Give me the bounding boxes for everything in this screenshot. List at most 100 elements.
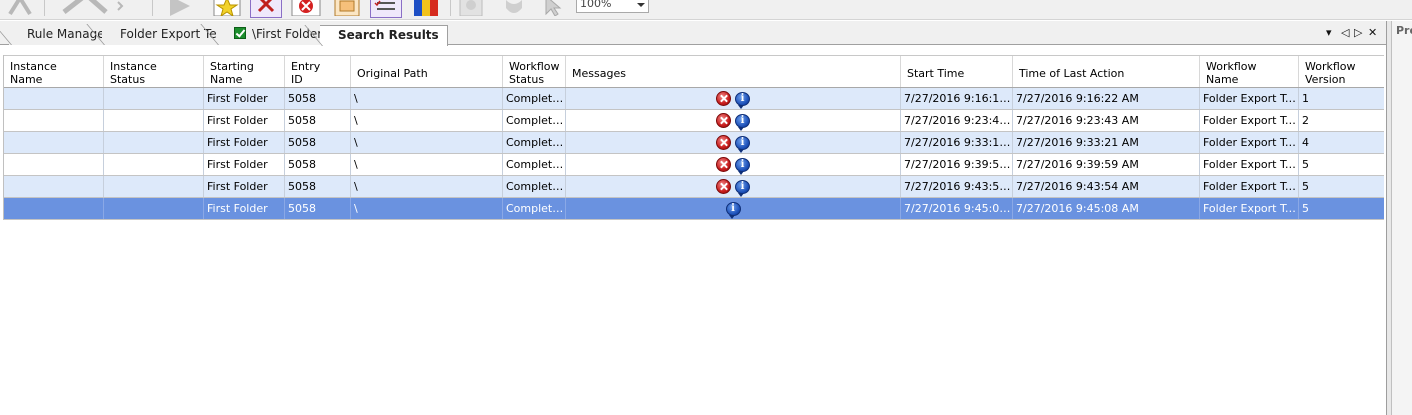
cell-time-of-last-action: 7/27/2016 9:33:21 AM bbox=[1013, 132, 1200, 153]
delete-rule-icon[interactable] bbox=[250, 0, 282, 18]
tab-scroll-right[interactable]: ▷ bbox=[1354, 26, 1362, 39]
column-header-messages[interactable]: Messages bbox=[566, 56, 901, 87]
cancel-icon[interactable] bbox=[290, 0, 322, 16]
settings-icon[interactable] bbox=[456, 0, 486, 16]
table-row[interactable]: First Folder 5058 \ Completed i 7/27/201… bbox=[4, 110, 1384, 132]
column-header-time-of-last-action[interactable]: Time of Last Action bbox=[1013, 56, 1200, 87]
table-row[interactable]: First Folder 5058 \ Completed i 7/27/201… bbox=[4, 132, 1384, 154]
column-header-workflow-status[interactable]: Workflow Status bbox=[503, 56, 566, 87]
error-icon[interactable] bbox=[716, 179, 731, 194]
column-header-instance-name[interactable]: Instance Name bbox=[4, 56, 104, 87]
cell-entry-id: 5058 bbox=[285, 154, 351, 175]
column-header-workflow-version[interactable]: Workflow Version bbox=[1299, 56, 1384, 87]
cell-starting-name: First Folder bbox=[204, 154, 285, 175]
search-results-table: Instance Name Instance Status Starting N… bbox=[3, 55, 1384, 220]
cell-instance-name bbox=[4, 110, 104, 131]
properties-panel[interactable]: Pro bbox=[1386, 21, 1412, 415]
cell-instance-name bbox=[4, 88, 104, 109]
table-row[interactable]: First Folder 5058 \ Completed i 7/27/201… bbox=[4, 176, 1384, 198]
toolbar: 100% bbox=[0, 0, 1412, 20]
cell-workflow-status: Completed bbox=[503, 110, 566, 131]
info-icon[interactable]: i bbox=[735, 91, 750, 109]
cell-entry-id: 5058 bbox=[285, 176, 351, 197]
table-row[interactable]: First Folder 5058 \ Completed i 7/27/201… bbox=[4, 88, 1384, 110]
cell-messages: i bbox=[566, 154, 901, 175]
error-icon[interactable] bbox=[716, 113, 731, 128]
toolbar-separator bbox=[450, 0, 451, 16]
cell-messages: i bbox=[566, 198, 901, 219]
error-icon[interactable] bbox=[716, 91, 731, 106]
info-icon[interactable]: i bbox=[735, 179, 750, 197]
cell-original-path: \ bbox=[351, 132, 503, 153]
zoom-select[interactable]: 100% bbox=[576, 0, 649, 13]
pointer-icon[interactable] bbox=[540, 0, 564, 16]
column-header-instance-status[interactable]: Instance Status bbox=[104, 56, 204, 87]
cell-start-time: 7/27/2016 9:16:18... bbox=[901, 88, 1013, 109]
cell-workflow-name: Folder Export Test bbox=[1200, 198, 1299, 219]
cell-instance-status bbox=[104, 110, 204, 131]
redo-icon[interactable] bbox=[60, 0, 126, 16]
cell-instance-status bbox=[104, 176, 204, 197]
cell-starting-name: First Folder bbox=[204, 132, 285, 153]
column-header-starting-name[interactable]: Starting Name bbox=[204, 56, 285, 87]
cell-start-time: 7/27/2016 9:45:07... bbox=[901, 198, 1013, 219]
cell-workflow-name: Folder Export Test bbox=[1200, 110, 1299, 131]
cell-workflow-name: Folder Export Test bbox=[1200, 88, 1299, 109]
cell-original-path: \ bbox=[351, 154, 503, 175]
export-icon[interactable] bbox=[332, 0, 362, 16]
cell-instance-name bbox=[4, 132, 104, 153]
column-header-workflow-name[interactable]: Workflow Name bbox=[1200, 56, 1299, 87]
cell-entry-id: 5058 bbox=[285, 132, 351, 153]
column-header-entry-id[interactable]: Entry ID bbox=[285, 56, 351, 87]
cell-workflow-version: 1 bbox=[1302, 92, 1309, 105]
run-icon[interactable] bbox=[166, 0, 194, 16]
info-icon[interactable]: i bbox=[735, 113, 750, 131]
cell-messages: i bbox=[566, 110, 901, 131]
properties-tab[interactable]: Pro bbox=[1391, 21, 1412, 415]
cell-original-path: \ bbox=[351, 198, 503, 219]
info-icon[interactable]: i bbox=[725, 201, 741, 219]
cell-starting-name: First Folder bbox=[204, 176, 285, 197]
properties-label: Pro bbox=[1396, 24, 1412, 37]
cell-messages: i bbox=[566, 88, 901, 109]
tab-list-dropdown[interactable]: ▾ bbox=[1326, 26, 1332, 39]
checkbox-icon bbox=[234, 27, 246, 39]
cell-workflow-name: Folder Export Test bbox=[1200, 132, 1299, 153]
cell-workflow-version: 5 bbox=[1302, 180, 1309, 193]
cell-time-of-last-action: 7/27/2016 9:16:22 AM bbox=[1013, 88, 1200, 109]
column-header-start-time[interactable]: Start Time bbox=[901, 56, 1013, 87]
cell-workflow-name: Folder Export Test bbox=[1200, 176, 1299, 197]
cell-messages: i bbox=[566, 176, 901, 197]
cell-starting-name: First Folder bbox=[204, 88, 285, 109]
table-row-selected[interactable]: First Folder 5058 \ Completed i 7/27/201… bbox=[4, 198, 1384, 220]
error-icon[interactable] bbox=[716, 157, 731, 172]
toolbar-separator bbox=[152, 0, 153, 16]
cell-start-time: 7/27/2016 9:23:41... bbox=[901, 110, 1013, 131]
tab-scroll-left[interactable]: ◁ bbox=[1341, 26, 1349, 39]
cell-instance-status bbox=[104, 132, 204, 153]
close-icon[interactable]: ✕ bbox=[1368, 26, 1377, 39]
info-icon[interactable]: i bbox=[735, 157, 750, 175]
cell-workflow-status: Completed bbox=[503, 176, 566, 197]
tab-search-results[interactable]: Search Results bbox=[320, 25, 448, 46]
column-header-original-path[interactable]: Original Path bbox=[351, 56, 503, 87]
cell-starting-name: First Folder bbox=[204, 198, 285, 219]
cell-workflow-version: 4 bbox=[1302, 136, 1309, 149]
new-rule-icon[interactable] bbox=[212, 0, 242, 16]
list-icon[interactable] bbox=[370, 0, 402, 18]
hand-icon[interactable] bbox=[500, 0, 528, 16]
cell-original-path: \ bbox=[351, 176, 503, 197]
table-row[interactable]: First Folder 5058 \ Completed i 7/27/201… bbox=[4, 154, 1384, 176]
cell-instance-name bbox=[4, 154, 104, 175]
error-icon[interactable] bbox=[716, 135, 731, 150]
tab-label: Search Results bbox=[338, 28, 439, 42]
cell-workflow-version: 2 bbox=[1302, 114, 1309, 127]
chart-icon[interactable] bbox=[410, 0, 444, 16]
cell-instance-status bbox=[104, 154, 204, 175]
cell-start-time: 7/27/2016 9:39:56... bbox=[901, 154, 1013, 175]
cell-workflow-status: Completed bbox=[503, 132, 566, 153]
zoom-value: 100% bbox=[580, 0, 612, 10]
cell-instance-status bbox=[104, 88, 204, 109]
info-icon[interactable]: i bbox=[735, 135, 750, 153]
undo-icon[interactable] bbox=[6, 0, 36, 16]
